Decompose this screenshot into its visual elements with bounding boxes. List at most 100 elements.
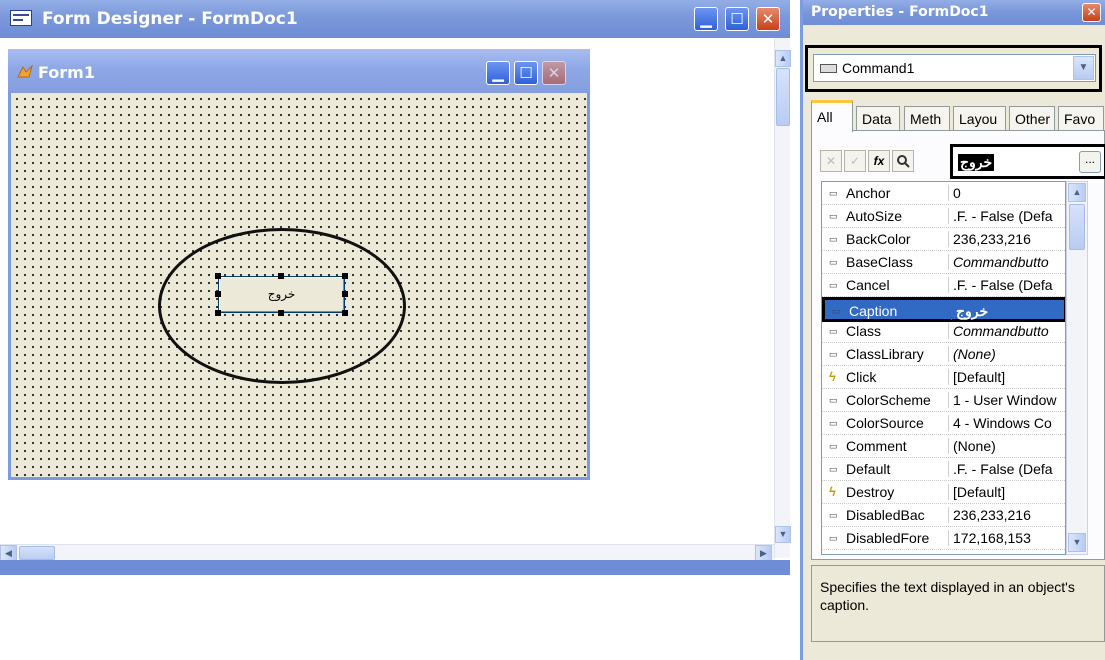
property-row[interactable]: ▭ Anchor 0 bbox=[822, 182, 1065, 205]
property-description: Specifies the text displayed in an objec… bbox=[820, 579, 1075, 613]
form1-titlebar[interactable]: Form1 ▁ ☐ ✕ bbox=[8, 49, 590, 93]
object-selector[interactable]: Command1 ▼ bbox=[813, 54, 1096, 82]
property-grid-scrollbar[interactable]: ▲ ▼ bbox=[1066, 181, 1088, 555]
property-value[interactable]: خروج bbox=[951, 303, 1065, 320]
resize-handle[interactable] bbox=[342, 291, 348, 297]
close-button[interactable]: ✕ bbox=[756, 7, 780, 31]
properties-titlebar[interactable]: Properties - FormDoc1 ✕ bbox=[803, 0, 1105, 25]
form-designer-titlebar[interactable]: Form Designer - FormDoc1 ▁ ☐ ✕ bbox=[0, 0, 790, 38]
scroll-up-icon[interactable]: ▲ bbox=[775, 50, 791, 67]
scroll-down-icon[interactable]: ▼ bbox=[775, 526, 791, 543]
property-value[interactable]: [Default] bbox=[948, 484, 1065, 500]
property-icon: ▭ bbox=[829, 533, 838, 543]
tab-panel: ✕ ✓ fx خروج ... ▭ Anchor 0 ▭ AutoSize .F. - F… bbox=[811, 130, 1105, 560]
resize-handle[interactable] bbox=[215, 310, 221, 316]
tab-layout[interactable]: Layou bbox=[953, 106, 1006, 132]
minimize-button[interactable]: ▁ bbox=[486, 61, 510, 85]
tab-favorites[interactable]: Favo bbox=[1058, 106, 1104, 132]
maximize-button[interactable]: ☐ bbox=[514, 61, 538, 85]
command-button[interactable]: خروج bbox=[218, 276, 345, 313]
properties-title: Properties - FormDoc1 bbox=[811, 4, 989, 20]
property-value[interactable]: 236,233,216 bbox=[948, 507, 1065, 523]
chevron-down-icon[interactable]: ▼ bbox=[1073, 56, 1094, 80]
event-icon: ϟ bbox=[829, 369, 836, 384]
resize-handle[interactable] bbox=[215, 291, 221, 297]
properties-window: Properties - FormDoc1 ✕ Command1 ▼ All D… bbox=[800, 0, 1105, 660]
property-row[interactable]: ϟ Destroy [Default] bbox=[822, 481, 1065, 504]
property-value[interactable]: Commandbutto bbox=[948, 323, 1065, 339]
property-icon: ▭ bbox=[829, 464, 838, 474]
property-row[interactable]: ▭ AutoSize .F. - False (Defa bbox=[822, 205, 1065, 228]
form1-window[interactable]: Form1 ▁ ☐ ✕ خروج bbox=[8, 49, 590, 480]
property-icon: ▭ bbox=[832, 306, 841, 316]
property-icon: ▭ bbox=[829, 441, 838, 451]
close-button[interactable]: ✕ bbox=[1082, 3, 1101, 22]
form-designer-window: Form Designer - FormDoc1 ▁ ☐ ✕ ▲ ▼ ◀ ▶ F… bbox=[0, 0, 791, 575]
property-value[interactable]: (None) bbox=[948, 346, 1065, 362]
window-bottom-border bbox=[0, 560, 790, 575]
property-icon: ▭ bbox=[829, 349, 838, 359]
property-row[interactable]: ▭ ClassLibrary (None) bbox=[822, 343, 1065, 366]
resize-handle[interactable] bbox=[278, 273, 284, 279]
property-value[interactable]: .F. - False (Defa bbox=[948, 461, 1065, 477]
scroll-up-icon[interactable]: ▲ bbox=[1068, 183, 1086, 202]
maximize-button[interactable]: ☐ bbox=[725, 7, 749, 31]
property-icon: ▭ bbox=[829, 188, 838, 198]
resize-handle[interactable] bbox=[215, 273, 221, 279]
property-value[interactable]: Commandbutto bbox=[948, 254, 1065, 270]
property-value[interactable]: 236,233,216 bbox=[948, 231, 1065, 247]
property-value[interactable]: [Default] bbox=[948, 369, 1065, 385]
function-icon[interactable]: fx bbox=[868, 150, 890, 172]
tab-methods[interactable]: Meth bbox=[904, 106, 950, 132]
tab-other[interactable]: Other bbox=[1009, 106, 1055, 132]
property-value[interactable]: 172,168,153 bbox=[948, 530, 1065, 546]
property-name: DisabledBac bbox=[846, 507, 925, 523]
property-row[interactable]: ▭ Class Commandbutto bbox=[822, 320, 1065, 343]
property-value[interactable]: (None) bbox=[948, 438, 1065, 454]
form-canvas[interactable]: خروج bbox=[11, 93, 587, 477]
property-row[interactable]: ▭ BackColor 236,233,216 bbox=[822, 228, 1065, 251]
scroll-thumb[interactable] bbox=[1069, 204, 1085, 250]
property-value[interactable]: 4 - Windows Co bbox=[948, 415, 1065, 431]
property-row[interactable]: ▭ DisabledFore 172,168,153 bbox=[822, 527, 1065, 550]
property-name: BackColor bbox=[846, 231, 911, 247]
scroll-down-icon[interactable]: ▼ bbox=[1068, 533, 1086, 552]
scroll-thumb[interactable] bbox=[19, 546, 55, 560]
zoom-icon[interactable] bbox=[892, 150, 914, 172]
property-name: Default bbox=[846, 461, 891, 477]
property-row[interactable]: ϟ Click [Default] bbox=[822, 366, 1065, 389]
resize-handle[interactable] bbox=[342, 310, 348, 316]
property-row[interactable]: ▭ DisabledBac 236,233,216 bbox=[822, 504, 1065, 527]
property-row[interactable]: ▭ Comment (None) bbox=[822, 435, 1065, 458]
accept-icon[interactable]: ✓ bbox=[844, 150, 866, 172]
horizontal-scrollbar[interactable]: ◀ ▶ bbox=[0, 544, 774, 562]
property-row[interactable]: ▭ ColorSource 4 - Windows Co bbox=[822, 412, 1065, 435]
resize-handle[interactable] bbox=[342, 273, 348, 279]
tab-data[interactable]: Data bbox=[856, 106, 900, 132]
cancel-icon[interactable]: ✕ bbox=[820, 150, 842, 172]
close-button[interactable]: ✕ bbox=[542, 61, 566, 85]
property-name: Cancel bbox=[846, 277, 890, 293]
property-value-text[interactable]: خروج bbox=[958, 154, 995, 171]
property-value-editor[interactable]: خروج ... bbox=[950, 144, 1105, 179]
vertical-scrollbar[interactable]: ▲ ▼ bbox=[774, 38, 791, 558]
tab-all[interactable]: All bbox=[811, 100, 853, 132]
ellipsis-button[interactable]: ... bbox=[1079, 151, 1101, 173]
property-value[interactable]: .F. - False (Defa bbox=[948, 208, 1065, 224]
property-row[interactable]: ▭ BaseClass Commandbutto bbox=[822, 251, 1065, 274]
property-row[interactable]: ▭ Default .F. - False (Defa bbox=[822, 458, 1065, 481]
property-value[interactable]: .F. - False (Defa bbox=[948, 277, 1065, 293]
scroll-thumb[interactable] bbox=[776, 68, 790, 126]
minimize-button[interactable]: ▁ bbox=[694, 7, 718, 31]
properties-tabs: All Data Meth Layou Other Favo bbox=[811, 100, 1105, 132]
property-row[interactable]: ▭ ColorScheme 1 - User Window bbox=[822, 389, 1065, 412]
resize-handle[interactable] bbox=[278, 310, 284, 316]
property-row[interactable]: ▭ Caption خروج bbox=[822, 297, 1065, 322]
property-name: ColorSource bbox=[846, 415, 924, 431]
property-row[interactable]: ▭ Cancel .F. - False (Defa bbox=[822, 274, 1065, 297]
property-value[interactable]: 1 - User Window bbox=[948, 392, 1065, 408]
form-designer-icon bbox=[10, 10, 32, 26]
property-grid: ▭ Anchor 0 ▭ AutoSize .F. - False (Defa ▭ BackC… bbox=[821, 181, 1066, 555]
property-name: AutoSize bbox=[846, 208, 903, 224]
property-value[interactable]: 0 bbox=[948, 185, 1065, 201]
